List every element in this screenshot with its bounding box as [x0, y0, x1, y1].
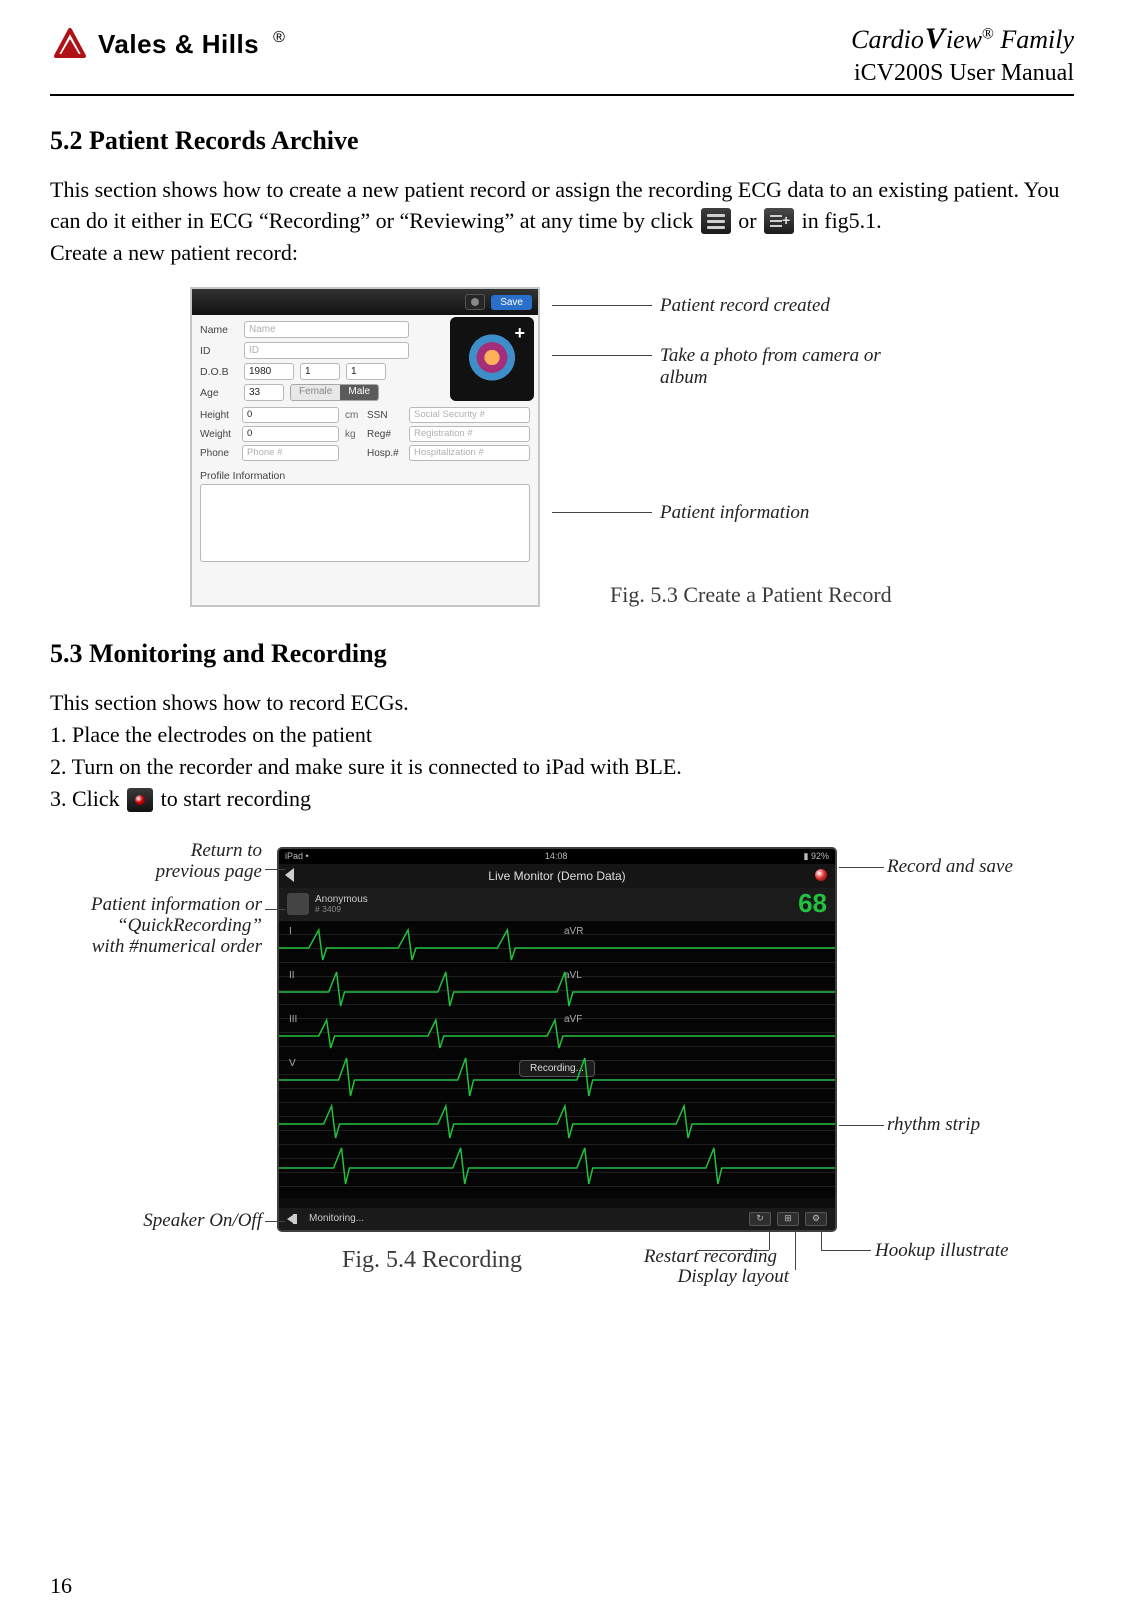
manual-subtitle: iCV200S User Manual [851, 58, 1074, 88]
info-bar: Anonymous # 3409 68 [279, 888, 835, 920]
dob-day[interactable]: 1 [346, 363, 386, 380]
patient-list-icon [701, 208, 731, 234]
annot-rhythm: rhythm strip [887, 1115, 980, 1136]
ssn-field[interactable]: Social Security # [409, 407, 530, 423]
hosp-field[interactable]: Hospitalization # [409, 445, 530, 461]
brand-registered: ® [273, 29, 285, 47]
section53-l3: 3. Click to start recording [50, 783, 1074, 815]
page-header: Vales & Hills ® CardioView® Family iCV20… [50, 20, 1074, 94]
annot-info: Patient information [660, 502, 809, 524]
dob-month[interactable]: 1 [300, 363, 340, 380]
back-button[interactable] [285, 867, 301, 883]
height-field[interactable]: 0 [242, 407, 339, 423]
screen-title: Live Monitor (Demo Data) [488, 869, 625, 883]
panel-toolbar: Save [192, 289, 538, 315]
annot-record: Record and save [887, 857, 1013, 878]
phone-field[interactable]: Phone # [242, 445, 339, 461]
profile-info-field[interactable] [200, 484, 530, 562]
gender-toggle[interactable]: Female Male [290, 384, 379, 401]
figure-5-3: Save Name Name ID ID D.O.B 1980 1 1 [190, 287, 930, 617]
section52-para2: Create a new patient record: [50, 237, 1074, 269]
avatar-icon [287, 893, 309, 915]
brand-name: Vales & Hills [98, 29, 259, 60]
speaker-toggle[interactable] [287, 1212, 303, 1226]
bottom-toolbar: Monitoring... ↻ ⊞ ⚙ [279, 1208, 835, 1230]
patient-photo-button[interactable] [450, 317, 534, 401]
monitoring-label: Monitoring... [309, 1213, 364, 1224]
id-field[interactable]: ID [244, 342, 409, 359]
weight-field[interactable]: 0 [242, 426, 339, 442]
header-rule [50, 94, 1074, 96]
camera-icon[interactable] [465, 294, 485, 310]
name-field[interactable]: Name [244, 321, 409, 338]
annot-return: Return to previous page [142, 841, 262, 883]
annot-restart: Restart recording [597, 1247, 777, 1268]
patient-info[interactable]: Anonymous # 3409 [287, 893, 368, 915]
annot-hookup: Hookup illustrate [875, 1241, 1009, 1262]
ecg-grid: I aVR II aVL III aVF V Recording... [279, 920, 835, 1198]
header-right: CardioView® Family iCV200S User Manual [851, 20, 1074, 88]
hookup-button[interactable]: ⚙ [805, 1212, 827, 1226]
layout-button[interactable]: ⊞ [777, 1212, 799, 1226]
annot-patient: Patient information or “QuickRecording” … [87, 895, 262, 958]
annot-speaker: Speaker On/Off [117, 1211, 262, 1232]
heart-rate: 68 [798, 888, 827, 919]
annot-photo: Take a photo from camera or album [660, 345, 930, 389]
heading-5-3: 5.3 Monitoring and Recording [50, 639, 1074, 669]
product-title: CardioView® Family [851, 20, 1074, 58]
heading-5-2: 5.2 Patient Records Archive [50, 126, 1074, 156]
section53-l2: 2. Turn on the recorder and make sure it… [50, 751, 1074, 783]
annot-layout: Display layout [659, 1267, 789, 1288]
figure-5-4: iPad • 14:08 ▮ 92% Live Monitor (Demo Da… [57, 829, 1067, 1299]
age-field[interactable]: 33 [244, 384, 284, 401]
restart-button[interactable]: ↻ [749, 1212, 771, 1226]
annot-created: Patient record created [660, 295, 830, 317]
fig54-caption: Fig. 5.4 Recording [342, 1247, 522, 1274]
dob-year[interactable]: 1980 [244, 363, 294, 380]
save-button[interactable]: Save [491, 295, 532, 310]
status-bar: iPad • 14:08 ▮ 92% [279, 849, 835, 864]
fig53-caption: Fig. 5.3 Create a Patient Record [610, 582, 892, 608]
section53-p1: This section shows how to record ECGs. [50, 687, 1074, 719]
record-icon [127, 788, 153, 812]
page-number: 16 [50, 1573, 72, 1599]
reg-field[interactable]: Registration # [409, 426, 530, 442]
logo-icon [50, 26, 90, 62]
record-save-button[interactable] [815, 869, 827, 881]
patient-add-icon [764, 208, 794, 234]
section52-para1: This section shows how to create a new p… [50, 174, 1074, 238]
ipad-screen: iPad • 14:08 ▮ 92% Live Monitor (Demo Da… [277, 847, 837, 1232]
screen-title-bar: Live Monitor (Demo Data) [279, 864, 835, 888]
section53-l1: 1. Place the electrodes on the patient [50, 719, 1074, 751]
brand-logo: Vales & Hills ® [50, 26, 285, 62]
